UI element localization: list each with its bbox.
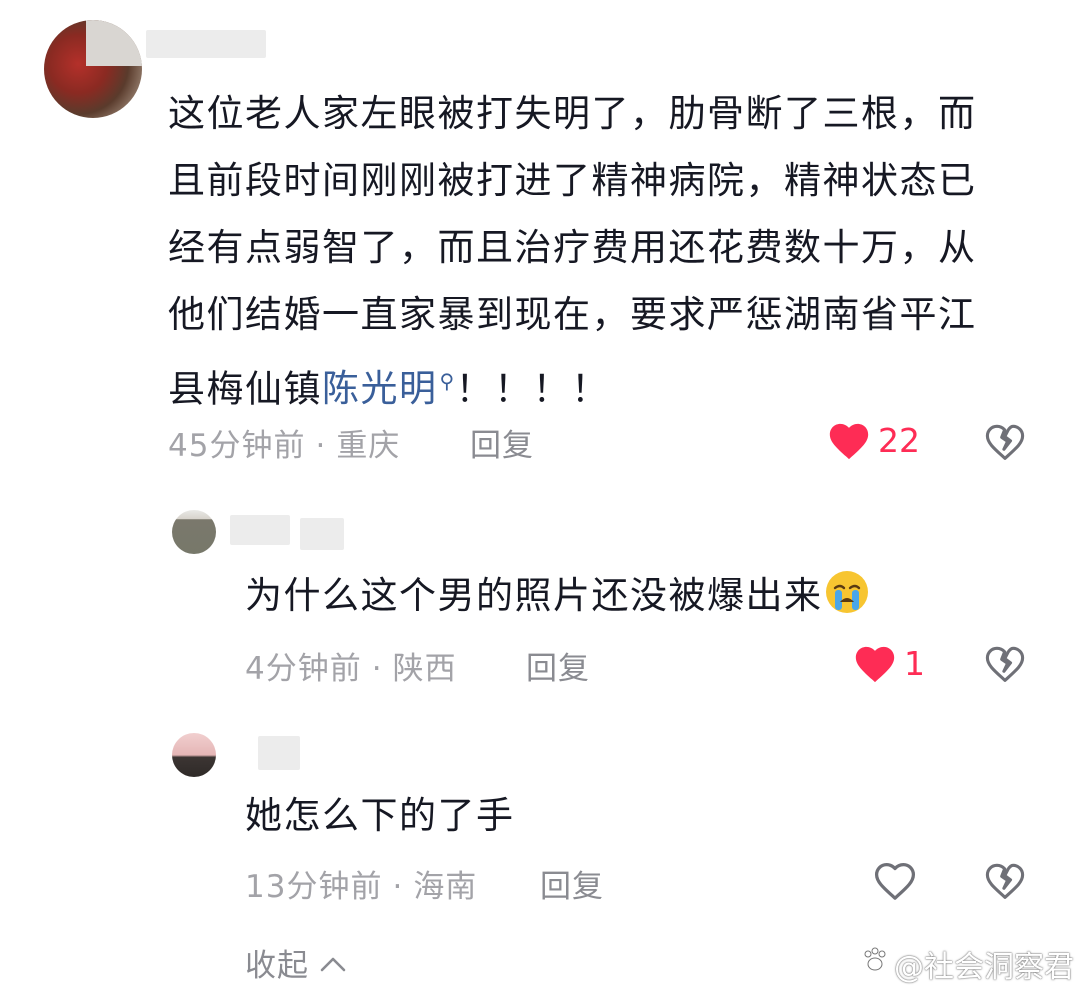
comment-meta: 4分钟前 · 陕西 — [245, 643, 457, 688]
dislike-button[interactable] — [983, 859, 1027, 901]
watermark: @社会洞察君 — [860, 942, 1074, 986]
comment-line: 她怎么下的了手 — [245, 794, 515, 837]
paw-logo-icon — [860, 945, 890, 983]
avatar[interactable] — [172, 733, 216, 777]
comment-location: 陕西 — [392, 651, 457, 687]
reply-button[interactable]: 回复 — [526, 643, 590, 688]
comment-line-prefix: 县梅仙镇 — [168, 367, 322, 411]
mention-text[interactable]: 陈光明 — [322, 367, 438, 410]
like-button[interactable]: 22 — [826, 418, 920, 462]
comment-location: 海南 — [413, 869, 478, 905]
comment-text: 她怎么下的了手 — [245, 782, 515, 849]
watermark-text: @社会洞察君 — [894, 950, 1074, 985]
broken-heart-icon[interactable] — [983, 642, 1027, 684]
separator-dot: · — [315, 428, 327, 464]
broken-heart-icon[interactable] — [983, 859, 1027, 901]
comment-line: 县梅仙镇陈光明 ⚲！！！！ — [168, 348, 977, 422]
search-icon[interactable]: ⚲ — [440, 369, 456, 393]
mention-link[interactable]: 陈光明 ⚲ — [322, 367, 456, 410]
username-blurred[interactable] — [300, 518, 344, 550]
avatar[interactable] — [172, 510, 216, 554]
dislike-button[interactable] — [983, 642, 1027, 684]
crying-face-emoji-icon — [823, 568, 871, 616]
username-blurred[interactable] — [258, 736, 300, 770]
comment-text: 为什么这个男的照片还没被爆出来 — [245, 562, 871, 629]
heart-outline-icon[interactable] — [872, 858, 918, 902]
comment-time: 13分钟前 — [245, 869, 383, 905]
comment-line: 经有点弱智了，而且治疗费用还花费数十万，从 — [168, 226, 977, 269]
like-count: 1 — [904, 643, 925, 683]
comment-meta: 45分钟前 · 重庆 — [168, 420, 400, 465]
separator-dot: · — [371, 651, 383, 687]
reply-button[interactable]: 回复 — [470, 420, 534, 465]
comment-time: 45分钟前 — [168, 428, 306, 464]
comment-location: 重庆 — [336, 428, 401, 464]
avatar[interactable] — [44, 20, 142, 118]
comment-line: 为什么这个男的照片还没被爆出来 — [245, 574, 823, 617]
chevron-up-icon[interactable] — [319, 945, 347, 981]
comment-meta: 13分钟前 · 海南 — [245, 861, 477, 906]
comment-line: 这位老人家左眼被打失明了，肋骨断了三根，而 — [168, 92, 977, 135]
reply-button[interactable]: 回复 — [540, 861, 604, 906]
comment-time: 4分钟前 — [245, 651, 362, 687]
like-button[interactable]: 1 — [852, 641, 925, 685]
comment-line-suffix: ！！！！ — [455, 367, 610, 411]
collapse-replies-button[interactable]: 收起 — [245, 940, 347, 985]
broken-heart-icon[interactable] — [983, 420, 1027, 462]
comment-line: 他们结婚一直家暴到现在，要求严惩湖南省平江 — [168, 293, 977, 336]
dislike-button[interactable] — [983, 420, 1027, 462]
comment-text: 这位老人家左眼被打失明了，肋骨断了三根，而 且前段时间刚刚被打进了精神病院，精神… — [168, 80, 977, 422]
comment-line: 且前段时间刚刚被打进了精神病院，精神状态已 — [168, 159, 977, 202]
heart-filled-icon[interactable] — [852, 641, 898, 685]
username-blurred[interactable] — [146, 30, 266, 58]
heart-filled-icon[interactable] — [826, 418, 872, 462]
collapse-label[interactable]: 收起 — [245, 940, 309, 985]
like-button[interactable] — [872, 858, 918, 902]
like-count: 22 — [878, 420, 920, 460]
username-blurred[interactable] — [230, 515, 290, 545]
separator-dot: · — [392, 869, 404, 905]
